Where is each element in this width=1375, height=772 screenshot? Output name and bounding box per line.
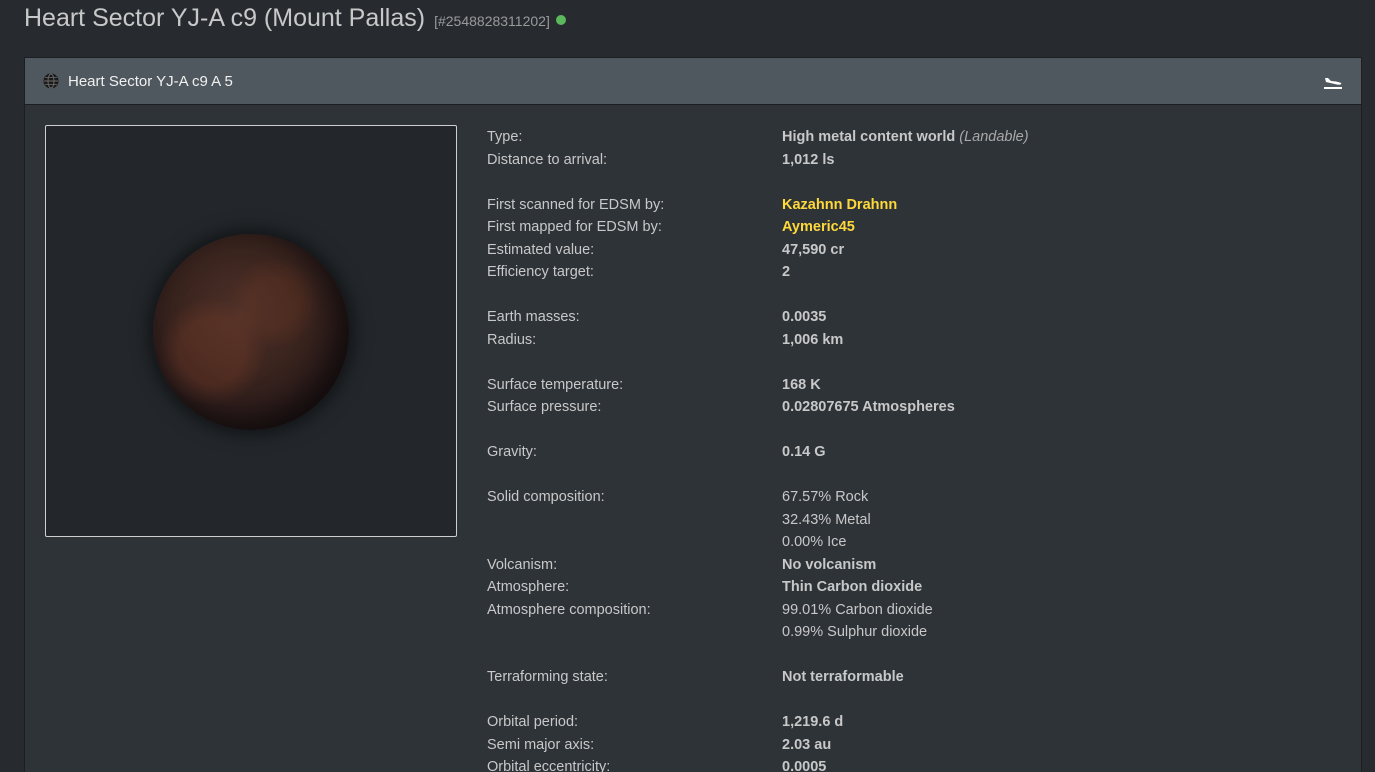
efficiency-value: 2 bbox=[782, 264, 791, 281]
first-mapped-commander-link[interactable]: Aymeric45 bbox=[782, 219, 855, 235]
atmosphere-composition-co2: 99.01% Carbon dioxide bbox=[782, 601, 933, 618]
surface-pressure-label: Surface pressure: bbox=[487, 399, 602, 416]
radius-label: Radius: bbox=[487, 331, 537, 348]
planet-sphere bbox=[153, 234, 349, 430]
orbital-period-value: 1,219.6 d bbox=[782, 714, 844, 731]
atmosphere-composition-so2: 0.99% Sulphur dioxide bbox=[782, 624, 928, 641]
atmosphere-composition-label: Atmosphere composition: bbox=[487, 601, 651, 618]
atmosphere-value: Thin Carbon dioxide bbox=[782, 579, 923, 596]
row-solid-composition-metal: 32.43% Metal bbox=[487, 509, 1347, 532]
page-title: Heart Sector YJ-A c9 (Mount Pallas) bbox=[24, 4, 426, 32]
panel-heading: Heart Sector YJ-A c9 A 5 bbox=[25, 58, 1361, 105]
first-scanned-commander-link[interactable]: Kazahnn Drahnn bbox=[782, 197, 897, 213]
row-atmosphere-composition: Atmosphere composition: 99.01% Carbon di… bbox=[487, 599, 1347, 622]
surface-pressure-value: 0.02807675 Atmospheres bbox=[782, 399, 955, 416]
row-radius: Radius: 1,006 km bbox=[487, 329, 1347, 352]
type-text: High metal content world bbox=[782, 129, 956, 146]
semi-major-axis-label: Semi major axis: bbox=[487, 736, 595, 753]
distance-value: 1,012 ls bbox=[782, 151, 835, 168]
row-surface-temperature: Surface temperature: 168 K bbox=[487, 374, 1347, 397]
landable-note: (Landable) bbox=[959, 129, 1029, 146]
type-label: Type: bbox=[487, 129, 523, 146]
row-gravity: Gravity: 0.14 G bbox=[487, 441, 1347, 464]
row-orbital-eccentricity: Orbital eccentricity: 0.0005 bbox=[487, 756, 1347, 772]
row-first-mapped: First mapped for EDSM by: Aymeric45 bbox=[487, 216, 1347, 239]
row-type: Type: High metal content world (Landable… bbox=[487, 126, 1347, 149]
body-panel: Heart Sector YJ-A c9 A 5 Type: High meta… bbox=[24, 57, 1362, 772]
row-atmosphere: Atmosphere: Thin Carbon dioxide bbox=[487, 576, 1347, 599]
earth-masses-value: 0.0035 bbox=[782, 309, 827, 326]
row-earth-masses: Earth masses: 0.0035 bbox=[487, 306, 1347, 329]
volcanism-label: Volcanism: bbox=[487, 556, 558, 573]
globe-icon bbox=[43, 73, 59, 89]
solid-composition-metal: 32.43% Metal bbox=[782, 511, 871, 528]
semi-major-axis-value: 2.03 au bbox=[782, 736, 832, 753]
gravity-value: 0.14 G bbox=[782, 444, 826, 461]
surface-temperature-label: Surface temperature: bbox=[487, 376, 624, 393]
estimated-value-value: 47,590 cr bbox=[782, 241, 845, 258]
radius-value: 1,006 km bbox=[782, 331, 844, 348]
row-surface-pressure: Surface pressure: 0.02807675 Atmospheres bbox=[487, 396, 1347, 419]
row-estimated-value: Estimated value: 47,590 cr bbox=[487, 239, 1347, 262]
row-semi-major-axis: Semi major axis: 2.03 au bbox=[487, 734, 1347, 757]
terraforming-value: Not terraformable bbox=[782, 669, 904, 686]
row-first-scanned: First scanned for EDSM by: Kazahnn Drahn… bbox=[487, 194, 1347, 217]
first-mapped-label: First mapped for EDSM by: bbox=[487, 219, 662, 236]
system-id: [#2548828311202] bbox=[434, 13, 550, 29]
solid-composition-rock: 67.57% Rock bbox=[782, 489, 869, 506]
surface-temperature-value: 168 K bbox=[782, 376, 821, 393]
body-detail-page: Heart Sector YJ-A c9 (Mount Pallas) [#25… bbox=[0, 0, 1375, 772]
solid-composition-label: Solid composition: bbox=[487, 489, 605, 506]
distance-label: Distance to arrival: bbox=[487, 151, 608, 168]
orbital-eccentricity-value: 0.0005 bbox=[782, 759, 827, 772]
atmosphere-label: Atmosphere: bbox=[487, 579, 570, 596]
type-value: High metal content world (Landable) bbox=[782, 129, 1029, 145]
body-name: Heart Sector YJ-A c9 A 5 bbox=[68, 72, 233, 90]
row-orbital-period: Orbital period: 1,219.6 d bbox=[487, 711, 1347, 734]
row-efficiency: Efficiency target: 2 bbox=[487, 261, 1347, 284]
estimated-value-label: Estimated value: bbox=[487, 241, 595, 258]
row-atmosphere-composition-so2: 0.99% Sulphur dioxide bbox=[487, 621, 1347, 644]
efficiency-label: Efficiency target: bbox=[487, 264, 594, 281]
status-dot-icon bbox=[555, 14, 566, 25]
row-terraforming: Terraforming state: Not terraformable bbox=[487, 666, 1347, 689]
terraforming-label: Terraforming state: bbox=[487, 669, 608, 686]
solid-composition-ice: 0.00% Ice bbox=[782, 534, 847, 551]
row-solid-composition-ice: 0.00% Ice bbox=[487, 531, 1347, 554]
row-solid-composition: Solid composition: 67.57% Rock bbox=[487, 486, 1347, 509]
volcanism-value: No volcanism bbox=[782, 556, 877, 573]
orbital-period-label: Orbital period: bbox=[487, 714, 579, 731]
earth-masses-label: Earth masses: bbox=[487, 309, 580, 326]
row-distance: Distance to arrival: 1,012 ls bbox=[487, 149, 1347, 172]
row-volcanism: Volcanism: No volcanism bbox=[487, 554, 1347, 577]
orbital-eccentricity-label: Orbital eccentricity: bbox=[487, 759, 611, 772]
page-header: Heart Sector YJ-A c9 (Mount Pallas) [#25… bbox=[24, 4, 566, 33]
landing-icon[interactable] bbox=[1323, 72, 1343, 90]
planet-image bbox=[45, 125, 457, 537]
gravity-label: Gravity: bbox=[487, 444, 537, 461]
first-scanned-label: First scanned for EDSM by: bbox=[487, 196, 665, 213]
body-properties: Type: High metal content world (Landable… bbox=[487, 126, 1347, 772]
